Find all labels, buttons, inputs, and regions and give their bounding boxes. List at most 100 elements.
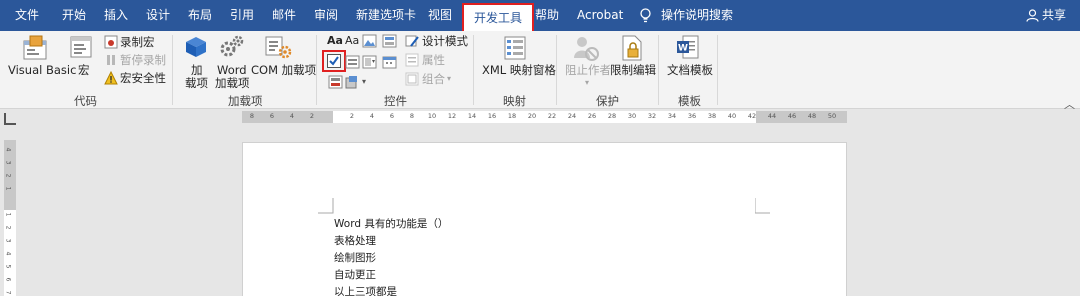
tab-stop-selector[interactable] [4, 113, 16, 125]
ruler-tick: 18 [507, 112, 517, 120]
addins-cube-icon [186, 37, 206, 57]
tab-layout[interactable]: 布局 [188, 0, 212, 31]
xml-mapping-button[interactable]: XML 映射窗格 [482, 63, 556, 77]
checkbox-control-highlight[interactable] [322, 50, 346, 72]
group-label-code: 代码 [74, 94, 97, 108]
ruler-tick: 3 [4, 160, 12, 165]
ruler-tick: 2 [4, 173, 12, 178]
word-addins-button-line2: 加载项 [215, 76, 250, 90]
document-line: 自动更正 [334, 269, 376, 281]
share-button[interactable]: 共享 [1026, 0, 1066, 31]
ruler-tick: 16 [487, 112, 497, 120]
repeating-section-icon[interactable] [328, 75, 343, 89]
tab-developer[interactable]: 开发工具 [462, 3, 535, 31]
tab-view[interactable]: 视图 [428, 0, 452, 31]
ruler-tick: 6 [269, 112, 275, 120]
plain-text-control-button[interactable]: Aa [345, 34, 359, 48]
restrict-editing-button[interactable]: 限制编辑 [610, 63, 656, 77]
rich-text-control-button[interactable]: Aa [327, 34, 343, 48]
com-addins-button[interactable]: COM 加载项 [251, 63, 316, 77]
menu-bar: 文件 开始 插入 设计 布局 引用 邮件 审阅 新建选项卡 视图 开发工具 帮助… [0, 0, 1080, 31]
building-block-icon[interactable] [382, 34, 397, 48]
crop-mark-top-left [318, 198, 334, 214]
combo-box-icon[interactable] [345, 55, 360, 69]
document-line: Word 具有的功能是（） [334, 218, 449, 230]
design-mode-icon [405, 35, 419, 47]
ruler-tick: 34 [667, 112, 677, 120]
group-dropdown-icon: ▾ [447, 74, 452, 83]
group-button: 组合 [422, 72, 445, 86]
picture-control-icon[interactable] [362, 34, 377, 48]
tab-help[interactable]: 帮助 [535, 0, 559, 31]
macro-security-button[interactable]: 宏安全性 [120, 71, 166, 85]
vertical-ruler[interactable]: 4 3 2 1 1 2 3 4 5 6 7 [4, 140, 16, 296]
tab-file[interactable]: 文件 [15, 0, 39, 31]
restrict-editing-icon [622, 35, 642, 61]
ruler-tick: 20 [527, 112, 537, 120]
ruler-tick: 4 [289, 112, 295, 120]
ruler-tick: 3 [4, 238, 12, 243]
document-line: 表格处理 [334, 235, 376, 247]
group-label-addins: 加载项 [228, 94, 263, 108]
document-line: 以上三项都是 [334, 286, 397, 296]
ruler-tick: 6 [389, 112, 395, 120]
tab-insert[interactable]: 插入 [104, 0, 128, 31]
ruler-tick: 4 [4, 147, 12, 152]
legacy-tools-icon[interactable] [345, 75, 360, 89]
visual-basic-button[interactable]: Visual Basic [8, 63, 76, 77]
ruler-tick: 42 [747, 112, 757, 120]
word-addins-button[interactable]: Word [217, 63, 247, 77]
lightbulb-icon [640, 8, 651, 23]
ruler-tick: 8 [249, 112, 255, 120]
horizontal-ruler[interactable]: 8 6 4 2 2 4 6 8 10 12 14 16 18 20 22 24 26 28 30 32 34 36 38 40… [242, 111, 847, 123]
design-mode-button[interactable]: 设计模式 [422, 34, 468, 48]
tab-design[interactable]: 设计 [146, 0, 170, 31]
group-divider [556, 35, 557, 105]
dropdown-list-icon[interactable] [362, 55, 377, 69]
tab-new-tab[interactable]: 新建选项卡 [356, 0, 416, 31]
visual-basic-icon [23, 35, 47, 60]
ruler-tick: 14 [467, 112, 477, 120]
ruler-tick: 2 [349, 112, 355, 120]
document-template-button[interactable]: 文档模板 [667, 63, 713, 77]
ruler-tick: 40 [727, 112, 737, 120]
ruler-tick: 4 [4, 251, 12, 256]
group-icon [405, 72, 419, 86]
ruler-tick: 22 [547, 112, 557, 120]
crop-mark-top-right [755, 198, 770, 214]
pause-recording-button: 暂停录制 [120, 53, 166, 67]
tab-acrobat[interactable]: Acrobat [577, 0, 623, 31]
group-label-controls: 控件 [384, 94, 407, 108]
group-divider [658, 35, 659, 105]
ruler-tick: 30 [627, 112, 637, 120]
macros-icon [70, 36, 92, 58]
addins-button[interactable]: 加 [191, 63, 203, 77]
block-authors-dropdown-icon: ▾ [585, 78, 590, 87]
ruler-tick: 12 [447, 112, 457, 120]
person-icon [1026, 9, 1039, 22]
tell-me-search[interactable]: 操作说明搜索 [661, 0, 733, 31]
legacy-tools-dropdown-icon[interactable]: ▾ [362, 75, 366, 89]
document-page[interactable] [242, 142, 847, 296]
tab-references[interactable]: 引用 [230, 0, 254, 31]
tab-mailings[interactable]: 邮件 [272, 0, 296, 31]
ruler-tick: 8 [409, 112, 415, 120]
block-authors-button: 阻止作者 [565, 63, 611, 77]
group-label-protect: 保护 [596, 94, 619, 108]
macros-button[interactable]: 宏 [78, 63, 90, 77]
ruler-tick: 44 [767, 112, 777, 120]
date-picker-icon[interactable] [382, 55, 397, 69]
record-macro-button[interactable]: 录制宏 [120, 35, 155, 49]
ruler-tick: 7 [4, 290, 12, 295]
ribbon: Visual Basic 宏 录制宏 暂停录制 宏安全性 代码 加 载项 Wor… [0, 31, 1080, 111]
tab-review[interactable]: 审阅 [314, 0, 338, 31]
document-line: 绘制图形 [334, 252, 376, 264]
ruler-tick: 36 [687, 112, 697, 120]
ruler-tick: 1 [4, 186, 12, 191]
ruler-tick: 48 [807, 112, 817, 120]
tab-home[interactable]: 开始 [62, 0, 86, 31]
properties-icon [405, 53, 419, 67]
ruler-tick: 24 [567, 112, 577, 120]
ruler-tick: 2 [309, 112, 315, 120]
ruler-tick: 4 [369, 112, 375, 120]
